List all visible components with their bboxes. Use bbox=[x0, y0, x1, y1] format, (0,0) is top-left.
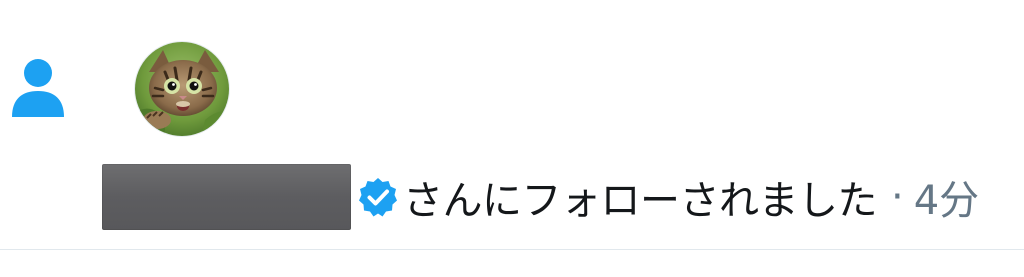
follow-notification[interactable]: さんにフォローされました · 4分 bbox=[0, 0, 1024, 250]
redacted-username[interactable] bbox=[102, 164, 351, 230]
person-icon bbox=[12, 59, 64, 117]
cat-avatar-image bbox=[135, 42, 229, 136]
notification-text-line: さんにフォローされました · 4分 bbox=[102, 164, 979, 230]
timestamp[interactable]: 4分 bbox=[914, 168, 979, 226]
follow-message: さんにフォローされました bbox=[403, 178, 878, 224]
verified-badge-icon bbox=[359, 178, 397, 217]
divider bbox=[0, 249, 1024, 250]
avatar[interactable] bbox=[134, 41, 230, 137]
separator-dot: · bbox=[891, 174, 904, 220]
